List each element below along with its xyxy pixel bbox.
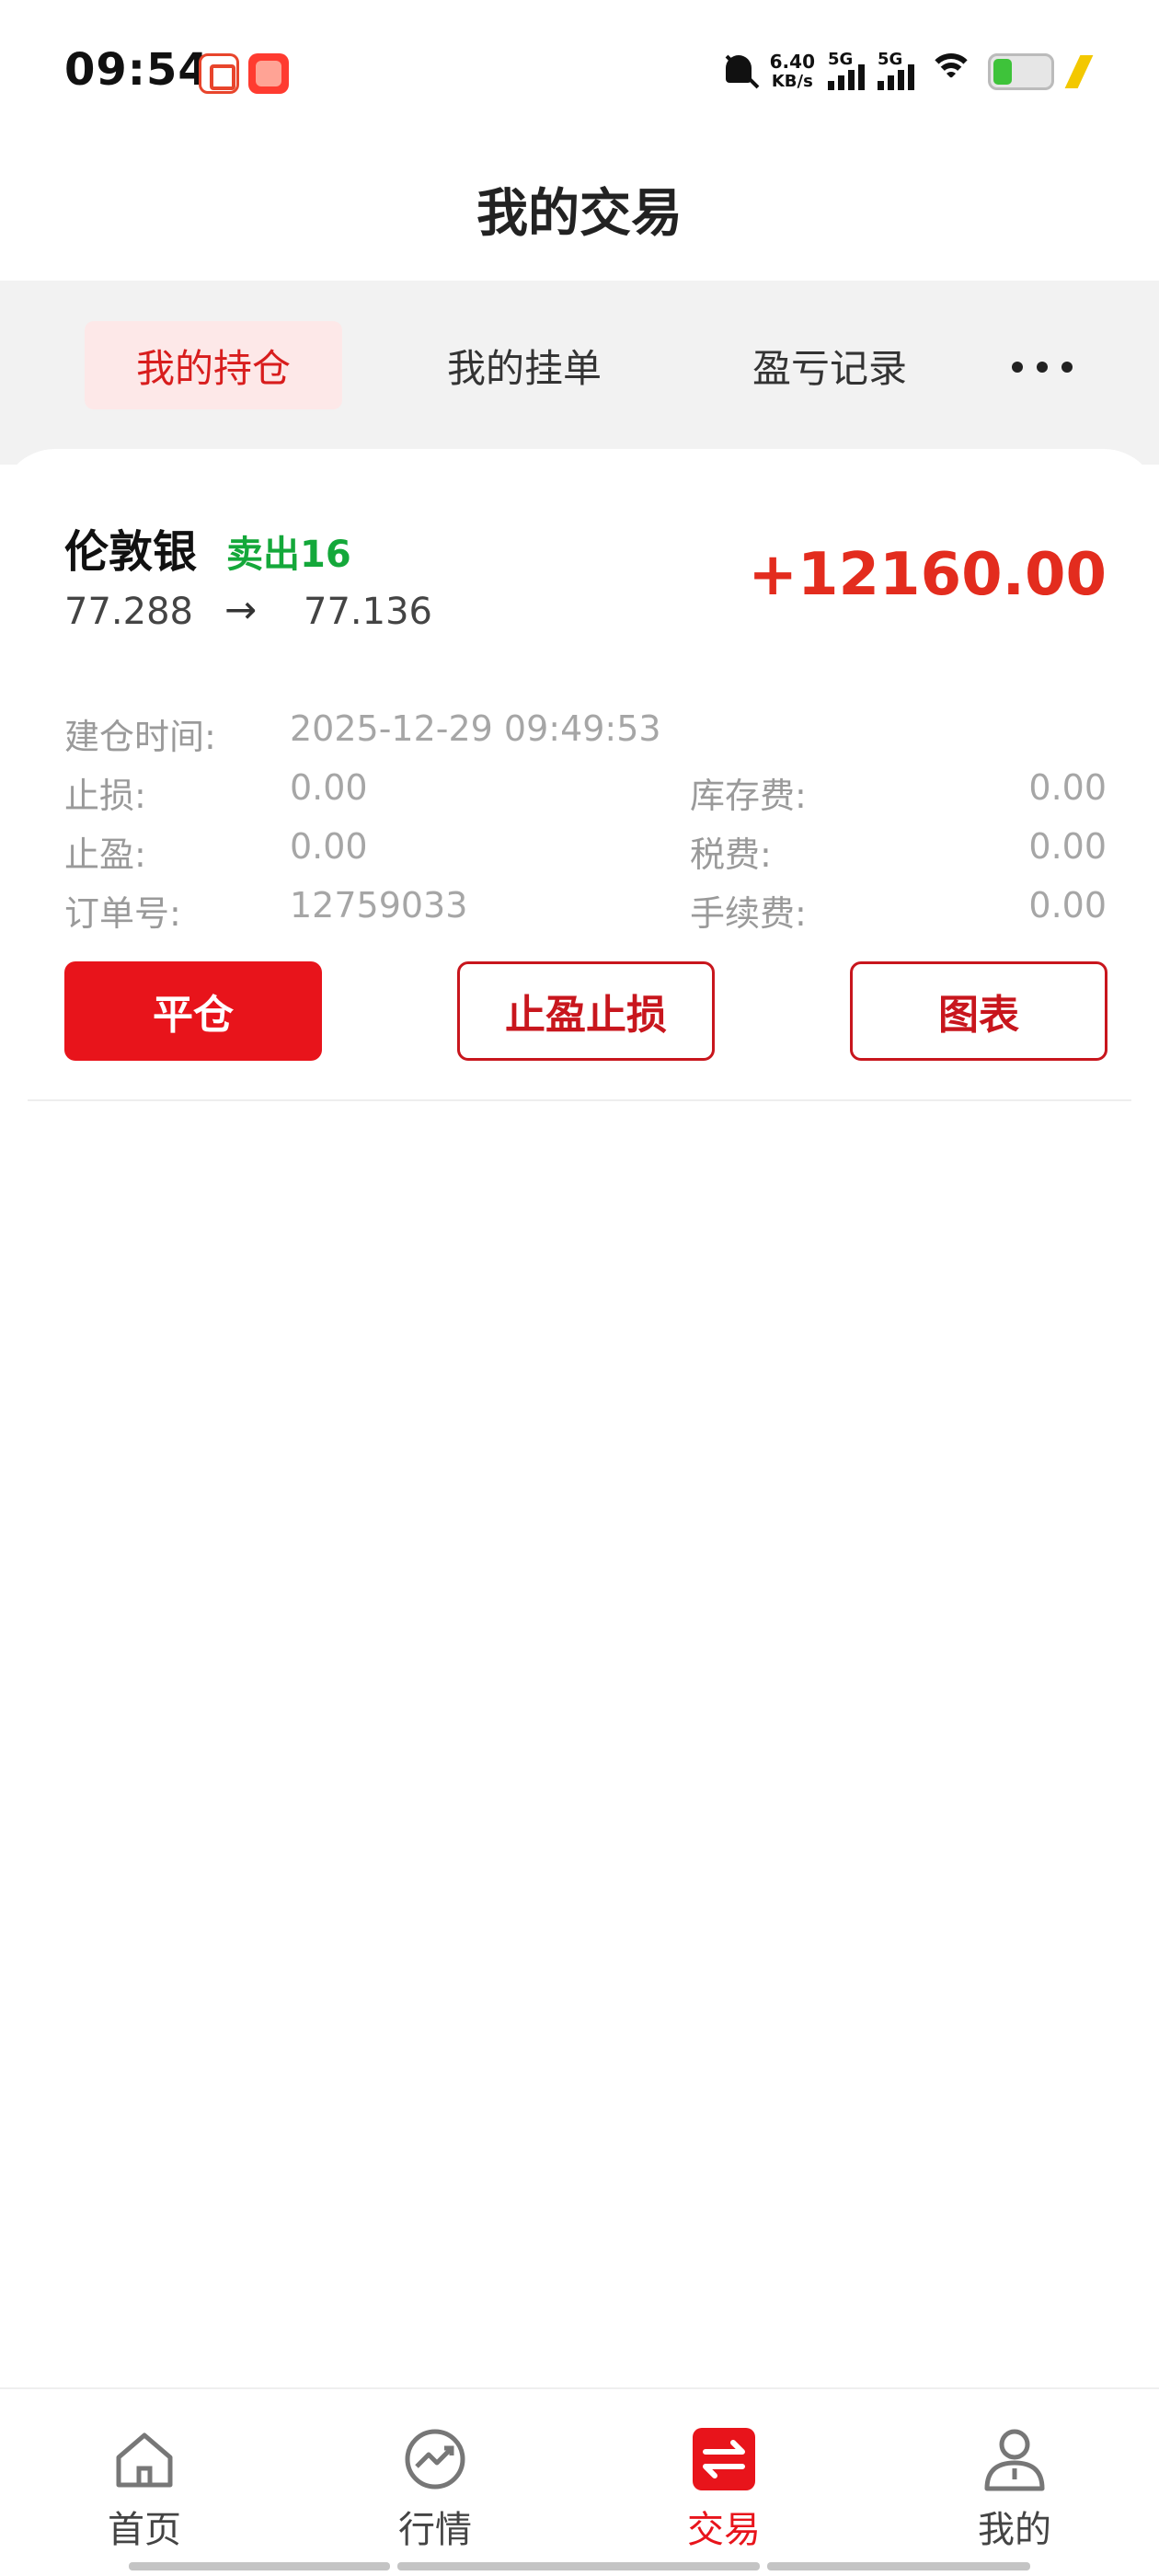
nav-item-mine[interactable]: 我的: [923, 2389, 1107, 2564]
commission-label: 手续费:: [690, 893, 807, 934]
home-indicator: [129, 2562, 390, 2570]
signal-icon: 5G: [878, 50, 914, 90]
status-indicators: 6.40 KB/s 5G 5G: [720, 46, 1095, 98]
order-no-label: 订单号:: [64, 893, 181, 934]
current-price: 77.136: [304, 591, 432, 633]
open-price: 77.288: [64, 591, 193, 633]
order-no-value: 12759033: [290, 885, 468, 926]
home-indicator: [767, 2562, 1030, 2570]
nav-item-home[interactable]: 首页: [52, 2389, 236, 2564]
page-title: 我的交易: [476, 184, 683, 244]
home-icon: [116, 2432, 173, 2488]
signal-icon: 5G: [828, 50, 865, 90]
storage-fee-label: 库存费:: [690, 776, 807, 816]
take-profit-value: 0.00: [290, 826, 368, 867]
stop-loss-value: 0.00: [290, 767, 368, 808]
market-trend-icon: [405, 2429, 465, 2490]
status-time: 09:54: [64, 44, 210, 96]
tab-my-positions[interactable]: 我的持仓: [85, 321, 342, 409]
nav-item-trade[interactable]: 交易: [632, 2389, 816, 2564]
position-symbol: 伦敦银: [64, 526, 198, 578]
card-divider: [28, 1099, 1131, 1101]
tp-sl-button[interactable]: 止盈止损: [457, 961, 715, 1061]
net-speed-unit: KB/s: [771, 72, 813, 91]
take-profit-label: 止盈:: [64, 834, 146, 875]
exchange-arrows-icon: [693, 2428, 755, 2490]
user-icon: [984, 2429, 1045, 2491]
tab-my-orders[interactable]: 我的挂单: [396, 321, 653, 409]
tab-strip: 我的持仓 我的挂单 盈亏记录: [0, 281, 1159, 465]
status-bar: 09:54 6.40 KB/s 5G 5G: [0, 0, 1159, 138]
tab-pnl-records[interactable]: 盈亏记录: [701, 321, 958, 409]
taobao-shop-icon: [248, 53, 289, 94]
chart-button[interactable]: 图表: [850, 961, 1107, 1061]
net-speed-value: 6.40: [769, 51, 815, 73]
bell-muted-icon: [720, 52, 760, 92]
sim1-label: 5G: [828, 50, 854, 69]
battery-icon: [988, 53, 1054, 90]
home-indicator: [397, 2562, 760, 2570]
page-header: 我的交易: [0, 138, 1159, 281]
position-direction: 卖出16: [226, 534, 351, 576]
arrow-right-icon: →: [224, 587, 258, 632]
open-time-label: 建仓时间:: [64, 717, 216, 757]
nav-label-market: 行情: [398, 2509, 472, 2551]
taobao-app-icon: [199, 53, 239, 94]
sim2-label: 5G: [878, 50, 903, 69]
storage-fee-value: 0.00: [1028, 767, 1107, 808]
tax-value: 0.00: [1028, 826, 1107, 867]
charging-icon: [1067, 53, 1095, 90]
nav-item-market[interactable]: 行情: [343, 2389, 527, 2564]
nav-label-mine: 我的: [978, 2509, 1051, 2551]
bottom-nav: 首页 行情 交易 我的: [0, 2387, 1159, 2576]
nav-label-trade: 交易: [687, 2509, 761, 2551]
close-position-button[interactable]: 平仓: [64, 961, 322, 1061]
more-icon[interactable]: [1012, 362, 1073, 374]
net-speed: 6.40 KB/s: [770, 52, 815, 92]
commission-value: 0.00: [1028, 885, 1107, 926]
nav-label-home: 首页: [108, 2509, 181, 2551]
wifi-icon: [927, 53, 975, 90]
position-card: 伦敦银 卖出16 77.288 → 77.136 +12160.00 建仓时间:…: [0, 449, 1159, 2390]
stop-loss-label: 止损:: [64, 776, 146, 816]
open-time-value: 2025-12-29 09:49:53: [290, 708, 661, 749]
position-pnl: +12160.00: [748, 541, 1107, 609]
tax-label: 税费:: [690, 834, 772, 875]
